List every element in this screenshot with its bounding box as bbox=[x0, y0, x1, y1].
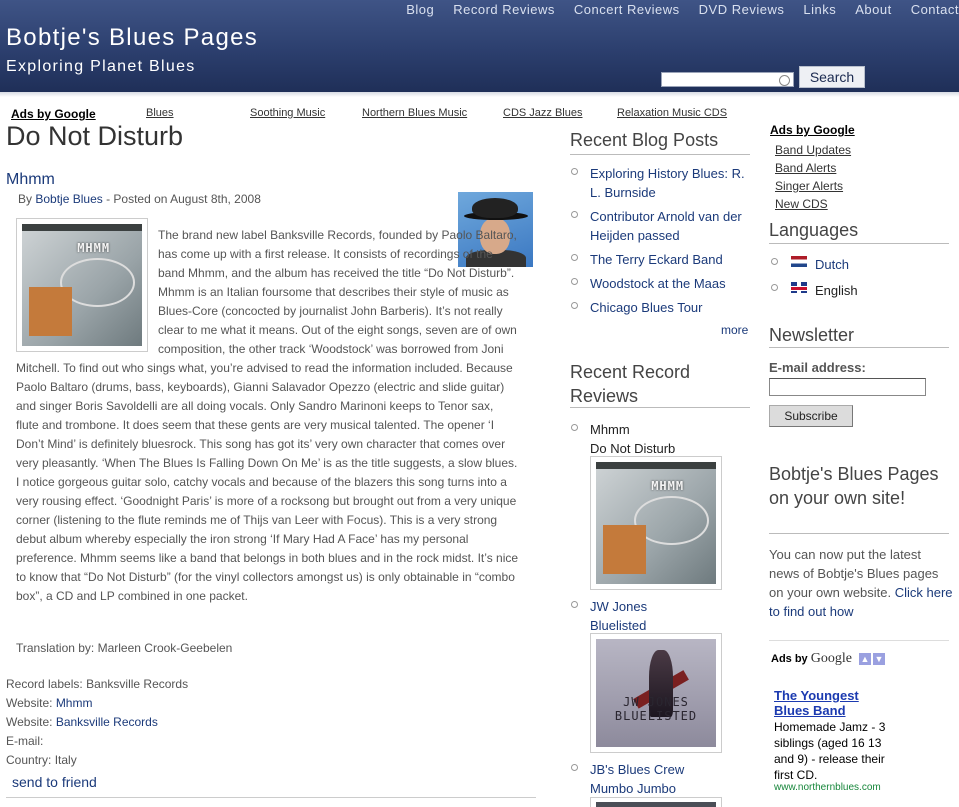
site-header: Blog Record Reviews Concert Reviews DVD … bbox=[0, 0, 959, 92]
ad-nav-arrows[interactable]: ▲ ▼ bbox=[859, 653, 887, 665]
divider bbox=[769, 243, 949, 244]
recent-reviews-heading: Recent Record Reviews bbox=[570, 362, 691, 406]
nav-about[interactable]: About bbox=[855, 2, 891, 17]
bullet-icon bbox=[571, 168, 578, 175]
divider bbox=[769, 533, 949, 534]
author-link[interactable]: Bobtje Blues bbox=[35, 192, 102, 206]
record-meta: Record labels: Banksville Records Websit… bbox=[6, 675, 188, 770]
dutch-flag-icon bbox=[791, 256, 807, 267]
review-album-link[interactable]: Mumbo Jumbo bbox=[590, 779, 676, 798]
recent-blog-heading: Recent Blog Posts bbox=[570, 130, 719, 150]
top-navigation: Blog Record Reviews Concert Reviews DVD … bbox=[387, 2, 959, 17]
nav-concert-reviews[interactable]: Concert Reviews bbox=[574, 2, 680, 17]
bullet-icon bbox=[571, 601, 578, 608]
ad-prev-icon[interactable]: ▲ bbox=[859, 653, 871, 665]
divider bbox=[769, 640, 949, 641]
website-link-banksville[interactable]: Banksville Records bbox=[56, 715, 158, 729]
search-input[interactable] bbox=[661, 72, 794, 87]
own-site-text: You can now put the latest news of Bobtj… bbox=[769, 545, 954, 621]
ads-by-google-label[interactable]: Ads by Google bbox=[11, 107, 96, 121]
bullet-icon bbox=[571, 211, 578, 218]
review-cover-bluelisted[interactable]: JW JONES BLUELISTED bbox=[590, 633, 722, 753]
header-shadow bbox=[0, 92, 959, 97]
ad-body: Homemade Jamz - 3 siblings (aged 16 13 a… bbox=[774, 720, 886, 782]
more-blog-posts-link[interactable]: more bbox=[721, 323, 748, 337]
send-to-friend-link[interactable]: send to friend bbox=[12, 774, 97, 790]
google-ads-label[interactable]: Ads by Google bbox=[771, 651, 852, 667]
site-title[interactable]: Bobtje's Blues Pages bbox=[6, 24, 258, 52]
nav-links[interactable]: Links bbox=[803, 2, 836, 17]
language-dutch-link[interactable]: Dutch bbox=[815, 257, 849, 272]
search-button[interactable]: Search bbox=[799, 66, 865, 88]
blog-post-link[interactable]: The Terry Eckard Band bbox=[590, 250, 723, 269]
bullet-icon bbox=[771, 284, 778, 291]
nav-record-reviews[interactable]: Record Reviews bbox=[453, 2, 555, 17]
blog-post-link[interactable]: Chicago Blues Tour bbox=[590, 298, 703, 317]
newsletter-heading: Newsletter bbox=[769, 325, 855, 345]
divider bbox=[570, 407, 750, 408]
post-title[interactable]: Mhmm bbox=[6, 171, 55, 189]
nav-blog[interactable]: Blog bbox=[406, 2, 434, 17]
website-link-mhmm[interactable]: Mhmm bbox=[56, 696, 93, 710]
website-label: Website: bbox=[6, 715, 53, 729]
ad-link-soothing-music[interactable]: Soothing Music bbox=[250, 107, 325, 119]
bullet-icon bbox=[571, 764, 578, 771]
sidebar-ad-band-updates[interactable]: Band Updates bbox=[775, 143, 851, 157]
uk-flag-icon bbox=[791, 282, 807, 293]
ad-link-relaxation-music[interactable]: Relaxation Music CDS bbox=[617, 107, 727, 119]
divider bbox=[769, 347, 949, 348]
nav-contact[interactable]: Contact bbox=[911, 2, 959, 17]
divider bbox=[570, 154, 750, 155]
record-labels-value: Banksville Records bbox=[86, 677, 189, 691]
ad-link-cds-jazz-blues[interactable]: CDS Jazz Blues bbox=[503, 107, 582, 119]
divider bbox=[6, 797, 536, 798]
site-subtitle: Exploring Planet Blues bbox=[6, 58, 196, 75]
website-label: Website: bbox=[6, 696, 53, 710]
email-label: E-mail: bbox=[6, 734, 44, 748]
review-cover-mumbo-jumbo[interactable] bbox=[590, 797, 722, 807]
sidebar-ads-label[interactable]: Ads by Google bbox=[770, 123, 855, 137]
language-english: English bbox=[815, 283, 858, 298]
blog-post-link[interactable]: Woodstock at the Maas bbox=[590, 274, 726, 293]
sidebar-ad-new-cds[interactable]: New CDS bbox=[775, 197, 828, 211]
sidebar-ad-singer-alerts[interactable]: Singer Alerts bbox=[775, 179, 843, 193]
ads-by-text: Ads by bbox=[771, 653, 808, 665]
bullet-icon bbox=[571, 278, 578, 285]
record-labels-label: Record labels: bbox=[6, 677, 83, 691]
ad-next-icon[interactable]: ▼ bbox=[873, 653, 885, 665]
blog-post-link[interactable]: Contributor Arnold van der Heijden passe… bbox=[590, 207, 750, 245]
email-address-label: E-mail address: bbox=[769, 360, 866, 375]
ad-url-link[interactable]: www.northernblues.com bbox=[774, 782, 881, 793]
own-site-heading: Bobtje's Blues Pages on your own site! bbox=[769, 464, 939, 508]
ad-title-link[interactable]: The Youngest Blues Band bbox=[774, 688, 884, 718]
byline: By Bobtje Blues - Posted on August 8th, … bbox=[18, 192, 261, 206]
bullet-icon bbox=[571, 254, 578, 261]
page-title: Do Not Disturb bbox=[6, 121, 184, 151]
languages-heading: Languages bbox=[769, 220, 859, 240]
post-date: - Posted on August 8th, 2008 bbox=[102, 192, 261, 206]
review-cover-mhmm[interactable]: MHMM bbox=[590, 456, 722, 590]
bullet-icon bbox=[771, 258, 778, 265]
byline-prefix: By bbox=[18, 192, 33, 206]
translation-credit: Translation by: Marleen Crook-Geebelen bbox=[16, 641, 233, 655]
ad-link-blues[interactable]: Blues bbox=[146, 107, 174, 119]
subscribe-button[interactable]: Subscribe bbox=[769, 405, 853, 427]
nav-dvd-reviews[interactable]: DVD Reviews bbox=[699, 2, 785, 17]
sidebar-ad-band-alerts[interactable]: Band Alerts bbox=[775, 161, 836, 175]
ad-link-northern-blues-music[interactable]: Northern Blues Music bbox=[362, 107, 467, 119]
cover-brand: MHMM bbox=[651, 479, 685, 494]
bullet-icon bbox=[571, 302, 578, 309]
review-artist: Mhmm bbox=[590, 422, 630, 437]
country-value: Italy bbox=[54, 753, 77, 767]
review-artist-link[interactable]: JB's Blues Crew bbox=[590, 760, 684, 779]
cover-title: JW JONES BLUELISTED bbox=[614, 695, 698, 724]
article-body: The brand new label Banksville Records, … bbox=[16, 226, 519, 606]
review-artist-link[interactable]: JW Jones bbox=[590, 597, 647, 616]
country-label: Country: bbox=[6, 753, 52, 767]
google-logo: Google bbox=[810, 651, 852, 666]
blog-post-link[interactable]: Exploring History Blues: R. L. Burnside bbox=[590, 164, 750, 202]
newsletter-email-input[interactable] bbox=[769, 378, 926, 396]
bullet-icon bbox=[571, 424, 578, 431]
